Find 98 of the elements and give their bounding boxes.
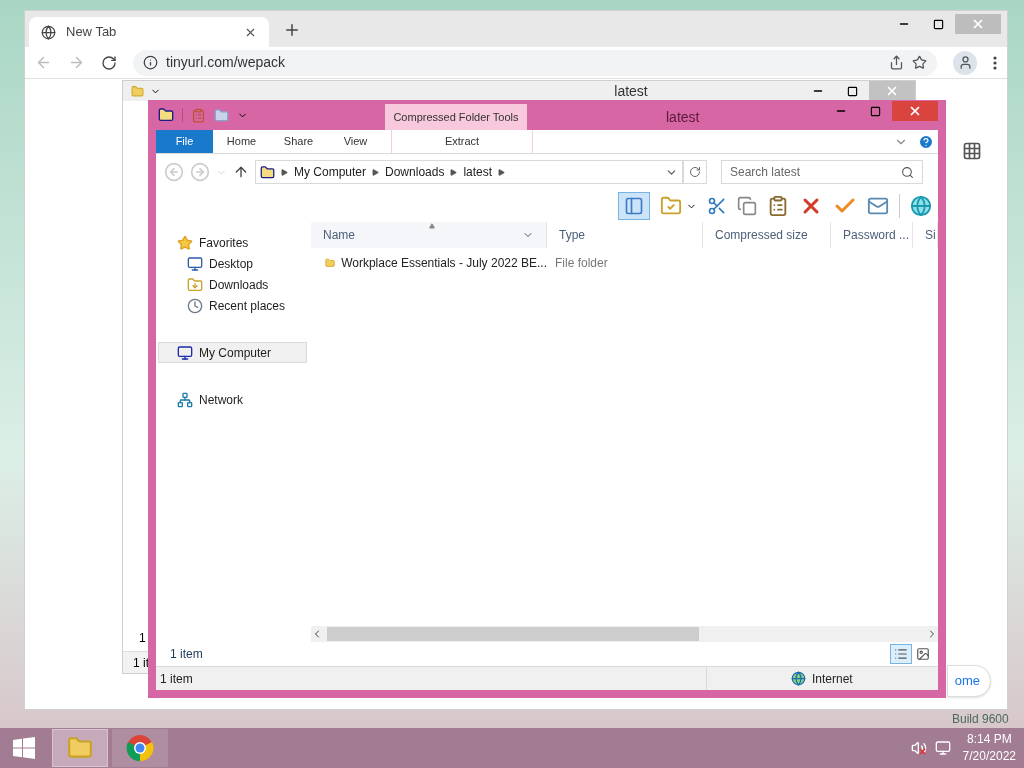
address-field[interactable]: My Computer Downloads latest xyxy=(255,160,683,184)
search-field[interactable]: Search latest xyxy=(721,160,923,184)
ribbon-tab[interactable]: Extract xyxy=(391,130,533,153)
globe-icon xyxy=(791,671,806,686)
new-folder-icon xyxy=(214,107,229,123)
column-header[interactable]: Type xyxy=(547,222,703,248)
build-text: Build 9600 xyxy=(952,711,1009,728)
zip-folder-icon xyxy=(158,107,174,123)
close-icon xyxy=(885,84,899,98)
thumbnail-image-icon xyxy=(916,647,930,661)
address-bar[interactable]: tinyurl.com/wepack xyxy=(133,49,937,76)
customize-button[interactable]: ome xyxy=(947,665,991,697)
zip-folder-icon xyxy=(260,164,275,180)
breadcrumb-item[interactable]: latest xyxy=(463,163,493,181)
window-title: latest xyxy=(614,81,648,101)
separator-arrow-icon xyxy=(372,168,380,176)
menu-icon[interactable] xyxy=(993,55,997,70)
zone-text: Internet xyxy=(811,670,853,688)
close-button[interactable] xyxy=(892,101,938,121)
ribbon-tab[interactable]: Home xyxy=(213,130,270,153)
folder-icon xyxy=(67,735,93,761)
browser-taskbar-button[interactable] xyxy=(112,729,168,767)
properties-icon xyxy=(191,107,206,123)
clock-icon xyxy=(187,297,203,314)
context-tab-header: Compressed Folder Tools xyxy=(385,104,527,130)
nav-item[interactable]: Desktop xyxy=(158,253,307,274)
new-tab-icon xyxy=(283,21,301,39)
column-header[interactable]: Password ... xyxy=(831,222,913,248)
ribbon-tab[interactable]: Share xyxy=(270,130,327,153)
details-list-icon xyxy=(894,647,908,661)
bookmark-star-icon xyxy=(912,55,927,70)
info-icon xyxy=(143,55,158,70)
nav-item[interactable]: Recent places xyxy=(158,295,307,316)
forward-icon xyxy=(68,54,85,71)
separator-arrow-icon xyxy=(498,168,506,176)
column-header[interactable]: Name xyxy=(311,222,547,248)
star-icon xyxy=(177,234,193,251)
maximize-icon xyxy=(869,105,881,117)
nav-item[interactable]: Network xyxy=(158,389,307,410)
back-icon xyxy=(164,162,184,182)
separator-arrow-icon xyxy=(450,168,458,176)
share-icon xyxy=(889,55,904,70)
details-view-button[interactable] xyxy=(890,644,912,664)
scissors-icon xyxy=(707,196,727,216)
nav-item[interactable]: Favorites xyxy=(158,232,307,253)
clock-time: 8:14 PM xyxy=(966,731,1012,748)
folder-check-icon xyxy=(660,195,682,217)
forward-icon xyxy=(190,162,210,182)
volume-icon[interactable] xyxy=(910,740,927,756)
reload-icon xyxy=(101,54,117,71)
file-name: Workplace Essentials - July 2022 BE... xyxy=(341,255,547,272)
copy-icon xyxy=(737,196,757,216)
profile-avatar[interactable] xyxy=(953,50,977,75)
apps-grid-icon xyxy=(962,141,982,161)
breadcrumb-item[interactable]: My Computer xyxy=(294,163,367,181)
breadcrumb-item[interactable]: Downloads xyxy=(385,163,445,181)
folder-icon xyxy=(131,84,144,98)
nav-item[interactable]: Downloads xyxy=(158,274,307,295)
maximize-icon xyxy=(932,18,944,30)
mail-icon xyxy=(867,195,889,217)
file-row[interactable]: Workplace Essentials - July 2022 BE... File folder xyxy=(311,248,938,278)
column-header[interactable]: Compressed size xyxy=(703,222,831,248)
item-count: 1 item xyxy=(170,646,204,663)
refresh-icon xyxy=(689,166,701,178)
search-icon xyxy=(901,165,914,179)
computer-icon xyxy=(177,344,193,361)
nav-item[interactable]: My Computer xyxy=(158,342,307,363)
muted-cross-icon xyxy=(917,747,927,756)
ribbon-tab[interactable]: File xyxy=(156,130,213,153)
speaker-icon xyxy=(910,740,927,756)
clock-date: 7/20/2022 xyxy=(962,748,1016,765)
preview-pane-icon xyxy=(624,196,644,216)
folder-download-icon xyxy=(187,276,203,293)
clipboard-icon xyxy=(767,195,789,217)
file-type: File folder xyxy=(554,255,608,272)
row-number: 1 xyxy=(139,630,146,647)
windows-logo-icon xyxy=(13,737,35,759)
help-icon xyxy=(918,133,934,150)
close-icon xyxy=(908,104,922,118)
separator-arrow-icon xyxy=(281,168,288,176)
close-icon xyxy=(971,17,985,31)
monitor-icon xyxy=(187,255,203,272)
refresh-button[interactable] xyxy=(683,160,707,184)
preview-pane-button[interactable] xyxy=(618,192,650,220)
network-icon xyxy=(177,391,193,408)
status-text: 1 item xyxy=(159,670,194,688)
maximize-icon xyxy=(846,85,858,97)
ribbon-tab[interactable]: View xyxy=(327,130,384,153)
browser-tab[interactable]: New Tab xyxy=(29,17,269,47)
horizontal-scrollbar[interactable] xyxy=(311,626,938,642)
back-icon xyxy=(35,54,52,71)
up-icon xyxy=(233,164,249,180)
network-status-icon xyxy=(934,740,951,756)
column-header[interactable]: Si xyxy=(913,222,938,248)
sort-arrow-icon xyxy=(428,223,435,229)
window-title: latest xyxy=(666,108,700,127)
person-icon xyxy=(957,55,973,70)
browser-logo-icon xyxy=(126,734,154,762)
